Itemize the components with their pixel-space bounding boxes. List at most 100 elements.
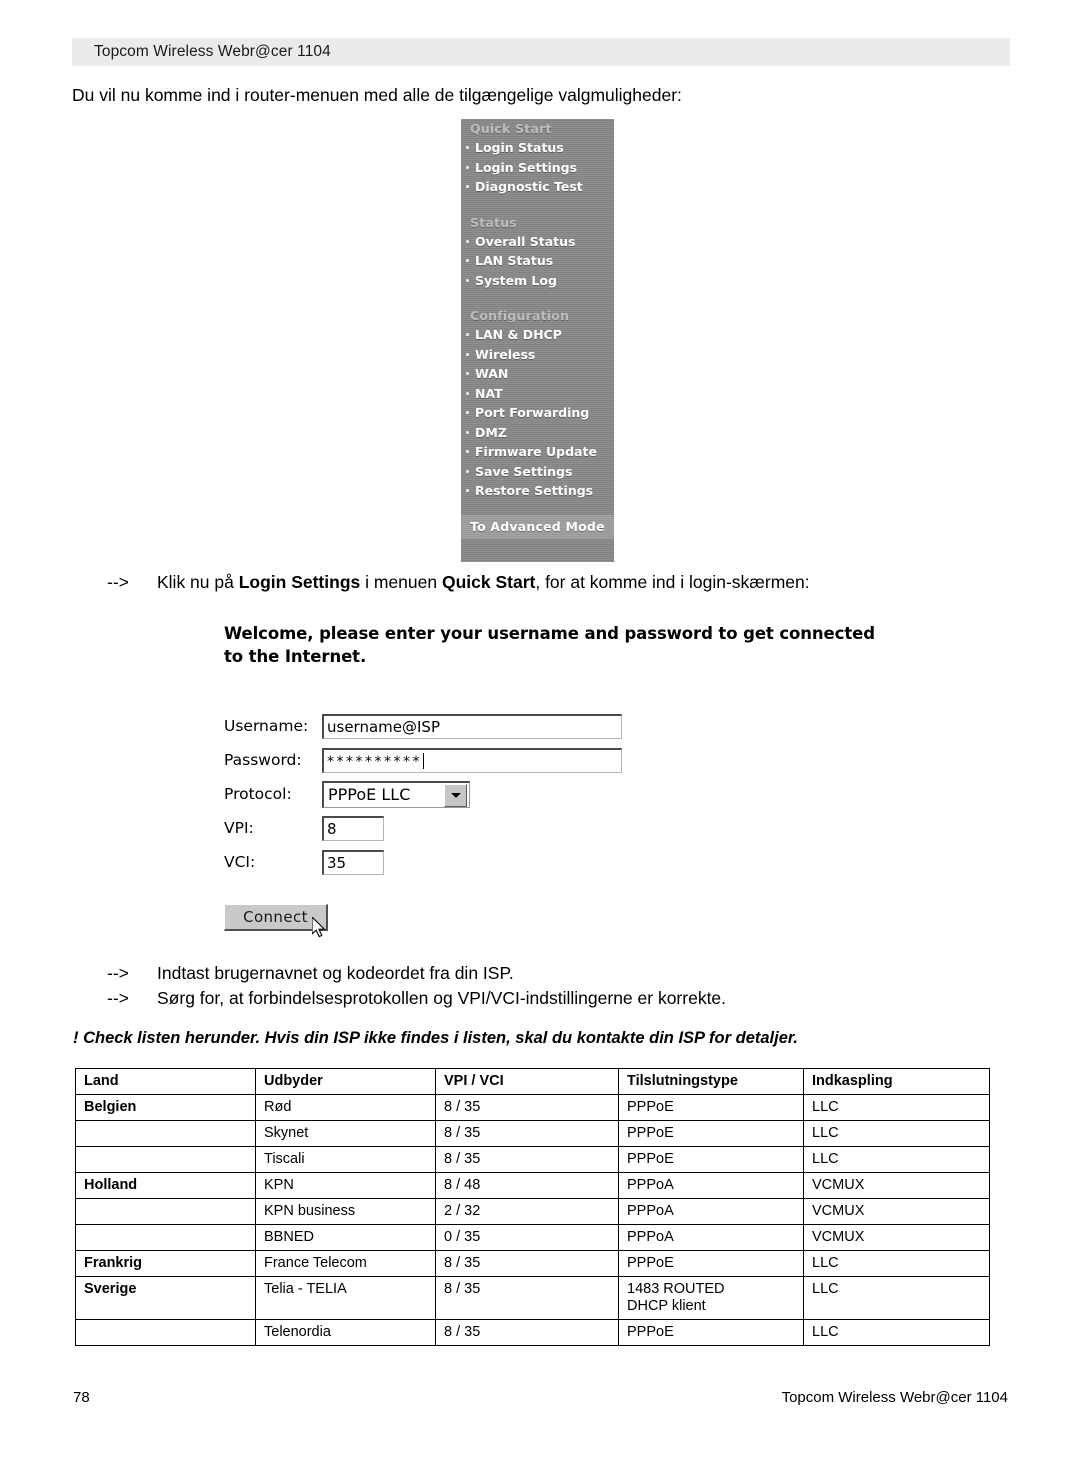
- menu-item-label: Restore Settings: [475, 483, 594, 498]
- cell-tilslutningstype: PPPoE: [618, 1120, 804, 1147]
- cell-indkaspling: LLC: [803, 1120, 990, 1147]
- protocol-select[interactable]: PPPoE LLC: [322, 780, 470, 808]
- menu-item-wan[interactable]: WAN: [461, 364, 614, 384]
- table-row: Telenordia 8 / 35 PPPoE LLC: [75, 1319, 990, 1346]
- cell-land: [75, 1146, 256, 1173]
- menu-item-label: Wireless: [475, 346, 536, 362]
- login-welcome-text: Welcome, please enter your username and …: [224, 624, 875, 666]
- table-row: Frankrig France Telecom 8 / 35 PPPoE LLC: [75, 1250, 990, 1277]
- column-header-udbyder: Udbyder: [255, 1068, 436, 1095]
- bullet-icon: [466, 259, 469, 262]
- cell-udbyder: Skynet: [255, 1120, 436, 1147]
- form-row-vpi: VPI: 8: [224, 811, 644, 845]
- menu-item-nat[interactable]: NAT: [461, 384, 614, 404]
- cell-vpi-vci: 0 / 35: [435, 1224, 619, 1251]
- table-row: Sverige Telia - TELIA 8 / 35 1483 ROUTED DHC…: [75, 1276, 990, 1320]
- table-header-row: Land Udbyder VPI / VCI Tilslutningstype …: [75, 1068, 990, 1095]
- chevron-down-icon[interactable]: [444, 783, 467, 807]
- step-text: Sørg for, at forbindelsesprotokollen og …: [157, 988, 727, 1008]
- cell-tilslutningstype: PPPoE: [618, 1146, 804, 1173]
- bullet-icon: [466, 391, 469, 395]
- cell-vpi-vci: 8 / 35: [435, 1276, 619, 1320]
- cell-land: Holland: [75, 1172, 256, 1199]
- isp-settings-table: Land Udbyder VPI / VCI Tilslutningstype …: [75, 1068, 990, 1346]
- cell-tilslutningstype: PPPoA: [618, 1172, 804, 1199]
- protocol-label: Protocol:: [224, 785, 292, 803]
- menu-item-lan-status[interactable]: LAN Status: [461, 251, 614, 271]
- column-header-tilslutningstype: Tilslutningstype: [618, 1068, 804, 1095]
- table-row: BBNED 0 / 35 PPPoA VCMUX: [75, 1224, 990, 1251]
- cell-land: [75, 1224, 256, 1251]
- cell-tilslutningstype-line1: PPPoE: [627, 1099, 674, 1115]
- vpi-label: VPI:: [224, 819, 254, 837]
- cell-udbyder: KPN: [255, 1172, 436, 1199]
- step-text-bold2: Quick Start: [441, 572, 536, 592]
- step-line-check-protocol: --> Sørg for, at forbindelsesprotokollen …: [107, 988, 726, 1009]
- menu-item-lan-and-dhcp[interactable]: LAN & DHCP: [461, 325, 614, 345]
- menu-item-label: DMZ: [475, 424, 507, 440]
- bullet-icon: [466, 185, 469, 188]
- arrow-marker: -->: [107, 572, 129, 592]
- username-input[interactable]: username@ISP: [322, 713, 622, 739]
- menu-spacer: [461, 290, 614, 306]
- menu-item-login-status[interactable]: Login Status: [461, 138, 614, 158]
- menu-item-to-advanced-mode[interactable]: To Advanced Mode: [461, 515, 614, 539]
- menu-item-system-log[interactable]: System Log: [461, 271, 614, 291]
- menu-item-label: WAN: [475, 366, 509, 381]
- cell-tilslutningstype-line1: PPPoA: [627, 1229, 674, 1245]
- vci-input[interactable]: 35: [322, 849, 384, 875]
- username-label: Username:: [224, 717, 309, 735]
- bullet-icon: [466, 450, 469, 453]
- cell-tilslutningstype-line1: PPPoE: [627, 1125, 674, 1141]
- menu-group-title: Configuration: [470, 308, 570, 323]
- menu-item-login-settings[interactable]: Login Settings: [461, 158, 614, 178]
- bullet-icon: [466, 278, 469, 282]
- bullet-icon: [466, 352, 469, 356]
- cell-vpi-vci: 2 / 32: [435, 1198, 619, 1225]
- step-text-part3: , for at komme ind i login-skærmen:: [535, 572, 810, 592]
- footer-document-title: Topcom Wireless Webr@cer 1104: [781, 1389, 1008, 1406]
- form-row-vci: VCI: 35: [224, 845, 644, 879]
- bullet-icon: [466, 411, 469, 414]
- cell-udbyder: Tiscali: [255, 1146, 436, 1173]
- menu-item-port-forwarding[interactable]: Port Forwarding: [461, 403, 614, 423]
- cell-tilslutningstype: PPPoA: [618, 1198, 804, 1225]
- table-row: Skynet 8 / 35 PPPoE LLC: [75, 1120, 990, 1147]
- table-body: Belgien Rød 8 / 35 PPPoE LLC Skynet 8 / 35 PPPo…: [75, 1094, 990, 1346]
- cell-udbyder: Rød: [255, 1094, 436, 1121]
- step-text: Indtast brugernavnet og kodeordet fra di…: [157, 963, 514, 983]
- menu-item-diagnostic-test[interactable]: Diagnostic Test: [461, 177, 614, 197]
- menu-item-label: LAN Status: [475, 253, 554, 268]
- bullet-icon: [466, 146, 469, 149]
- menu-item-dmz[interactable]: DMZ: [461, 423, 614, 443]
- menu-item-label: System Log: [475, 272, 557, 288]
- cell-land: [75, 1120, 256, 1147]
- bullet-icon: [466, 372, 469, 375]
- bullet-icon: [466, 469, 469, 473]
- login-form: Username: username@ISP Password: *******…: [224, 709, 644, 879]
- menu-item-save-settings[interactable]: Save Settings: [461, 462, 614, 482]
- cell-indkaspling: VCMUX: [803, 1172, 990, 1199]
- menu-item-firmware-update[interactable]: Firmware Update: [461, 442, 614, 462]
- cell-tilslutningstype-line1: 1483 ROUTED: [627, 1281, 725, 1297]
- cell-tilslutningstype-line1: PPPoE: [627, 1151, 674, 1167]
- menu-item-overall-status[interactable]: Overall Status: [461, 232, 614, 252]
- cell-vpi-vci: 8 / 35: [435, 1319, 619, 1346]
- table-row: KPN business 2 / 32 PPPoA VCMUX: [75, 1198, 990, 1225]
- column-header-land: Land: [75, 1068, 256, 1095]
- bullet-icon: [466, 489, 469, 492]
- arrow-marker: -->: [107, 963, 129, 983]
- menu-item-label: NAT: [475, 385, 503, 401]
- text-caret: [423, 752, 424, 769]
- protocol-selected-value: PPPoE LLC: [328, 785, 411, 804]
- cell-indkaspling: VCMUX: [803, 1198, 990, 1225]
- cell-indkaspling: LLC: [803, 1250, 990, 1277]
- menu-item-label: Login Settings: [475, 159, 578, 175]
- menu-item-restore-settings[interactable]: Restore Settings: [461, 481, 614, 501]
- menu-item-label: Overall Status: [475, 233, 576, 249]
- vpi-input[interactable]: 8: [322, 815, 384, 841]
- cell-tilslutningstype: PPPoE: [618, 1319, 804, 1346]
- step-text-part1: Klik nu på: [157, 572, 239, 592]
- menu-item-wireless[interactable]: Wireless: [461, 345, 614, 365]
- password-input[interactable]: **********: [322, 747, 622, 773]
